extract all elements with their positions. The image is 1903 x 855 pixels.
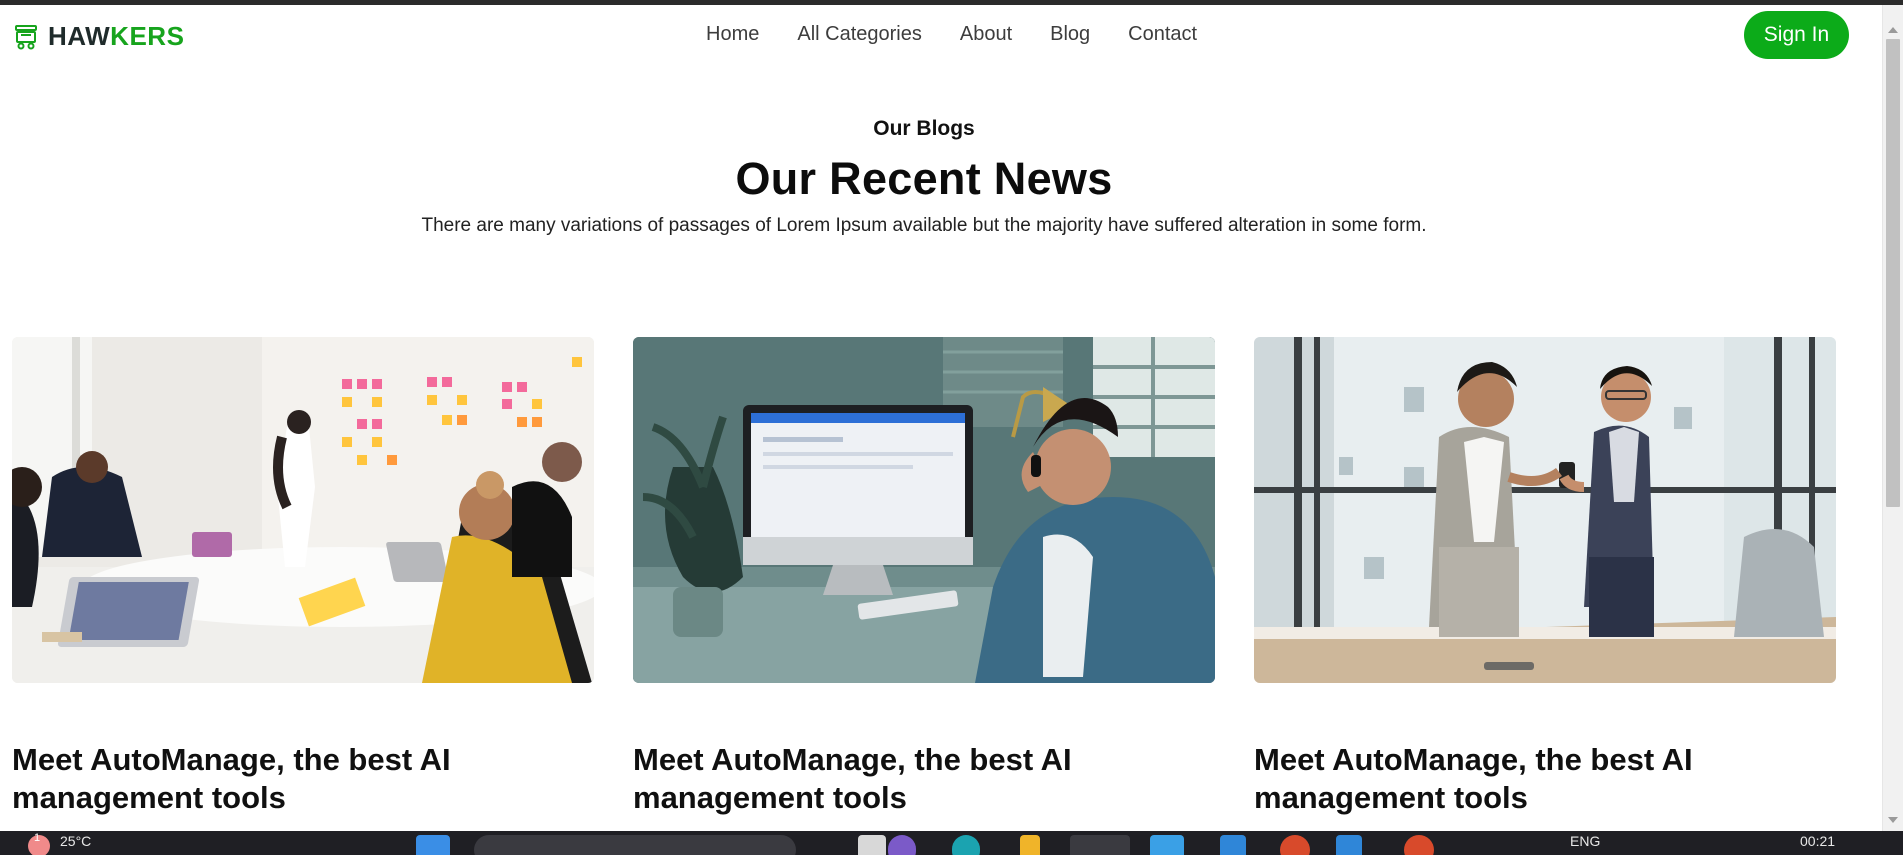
- start-icon[interactable]: [416, 835, 450, 855]
- blog-card-image[interactable]: [1254, 337, 1836, 683]
- scrollbar-thumb[interactable]: [1886, 39, 1900, 507]
- site-header: HAWKERS Home All Categories About Blog C…: [0, 5, 1882, 65]
- blog-card-title[interactable]: Meet AutoManage, the best AI management …: [12, 741, 572, 817]
- weather-badge: 1: [34, 832, 41, 844]
- blog-card-title[interactable]: Meet AutoManage, the best AI management …: [633, 741, 1193, 817]
- edge-icon[interactable]: [952, 835, 980, 855]
- search-box[interactable]: [474, 835, 796, 855]
- vscode-icon[interactable]: [1336, 835, 1362, 855]
- nav-contact[interactable]: Contact: [1128, 23, 1197, 46]
- brand-name: HAWKERS: [48, 21, 184, 52]
- app-icon[interactable]: [888, 835, 916, 855]
- brand-name-part2: KERS: [110, 21, 185, 51]
- blog-card-image[interactable]: [12, 337, 594, 683]
- blog-card-title[interactable]: Meet AutoManage, the best AI management …: [1254, 741, 1814, 817]
- blog-page: HAWKERS Home All Categories About Blog C…: [0, 5, 1882, 831]
- nav-all-categories[interactable]: All Categories: [797, 23, 922, 46]
- blog-card[interactable]: Meet AutoManage, the best AI management …: [633, 337, 1215, 817]
- calendar-icon[interactable]: [1150, 835, 1184, 855]
- nav-blog[interactable]: Blog: [1050, 23, 1090, 46]
- nav-home[interactable]: Home: [706, 23, 759, 46]
- folder-icon[interactable]: [1020, 835, 1040, 855]
- scroll-down-arrow-icon[interactable]: [1888, 817, 1898, 823]
- food-cart-icon: [15, 24, 37, 49]
- weather-temp[interactable]: 25°C: [60, 833, 91, 849]
- section-eyebrow: Our Blogs: [873, 117, 975, 140]
- office-icon[interactable]: [1280, 835, 1310, 855]
- sign-in-button[interactable]: Sign In: [1744, 11, 1849, 59]
- blog-card-image[interactable]: [633, 337, 1215, 683]
- page-scrollbar[interactable]: [1882, 5, 1903, 831]
- brand-name-part1: HAW: [48, 21, 111, 51]
- nav-about[interactable]: About: [960, 23, 1012, 46]
- main-nav: Home All Categories About Blog Contact: [706, 23, 1197, 46]
- blog-card[interactable]: Meet AutoManage, the best AI management …: [12, 337, 594, 817]
- language-indicator[interactable]: ENG: [1570, 833, 1600, 849]
- notification-app-icon[interactable]: [1404, 835, 1434, 855]
- os-taskbar: 1 25°C ENG 00:21: [0, 831, 1903, 855]
- file-icon[interactable]: [858, 835, 886, 855]
- section-title: Our Recent News: [735, 153, 1113, 204]
- scroll-up-arrow-icon[interactable]: [1888, 27, 1898, 33]
- store-icon[interactable]: [1220, 835, 1246, 855]
- chrome-active-icon[interactable]: [1070, 835, 1130, 855]
- brand-logo[interactable]: HAWKERS: [12, 21, 184, 52]
- clock[interactable]: 00:21: [1800, 833, 1835, 849]
- section-subtitle: There are many variations of passages of…: [421, 215, 1427, 236]
- blog-card[interactable]: Meet AutoManage, the best AI management …: [1254, 337, 1836, 817]
